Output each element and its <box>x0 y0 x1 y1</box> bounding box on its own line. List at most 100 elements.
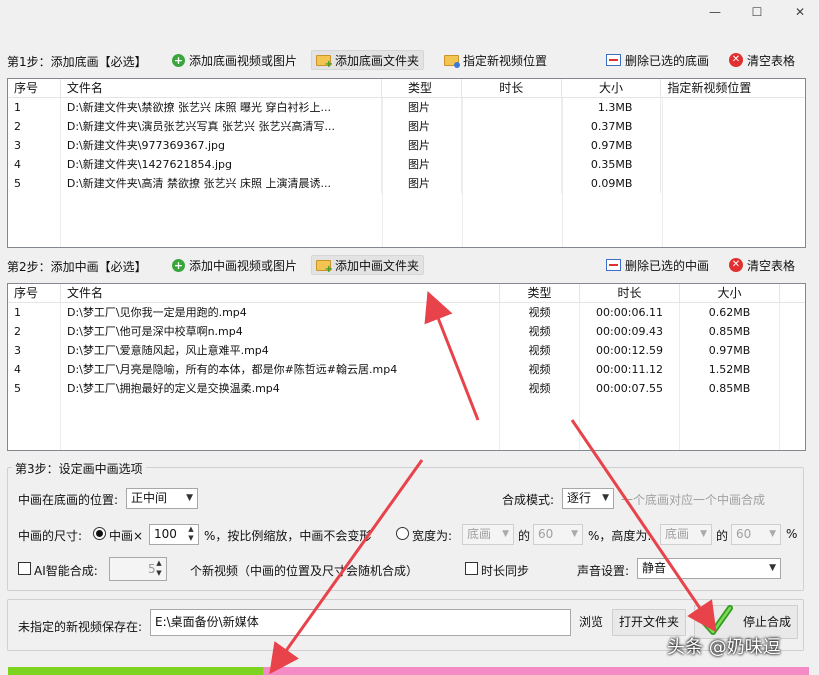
row-location <box>661 98 805 117</box>
table-row[interactable]: 1 D:\梦工厂\见你我一定是用跑的.mp4 视频 00:00:06.11 0.… <box>8 303 805 322</box>
row-type: 图片 <box>382 117 462 136</box>
row-size: 0.85MB <box>680 322 780 341</box>
row-filename: D:\新建文件夹\禁欲撩 张艺兴 床照 曝光 穿白衬衫上... <box>61 98 382 117</box>
width-radio[interactable] <box>396 527 409 540</box>
add-overlay-media-button[interactable]: + 添加中画视频或图片 <box>168 255 301 275</box>
row-location <box>661 136 805 155</box>
row-filename: D:\新建文件夹\高清 禁欲撩 张艺兴 床照 上演清晨诱... <box>61 174 382 193</box>
table-row[interactable]: 2 D:\梦工厂\他可是深中校草啊n.mp4 视频 00:00:09.43 0.… <box>8 322 805 341</box>
scale-radio[interactable] <box>93 527 106 540</box>
add-folder-icon <box>316 259 333 275</box>
height-base-value: 底画 <box>665 527 690 541</box>
delete-overlay-button[interactable]: 删除已选的中画 <box>602 255 713 275</box>
column-header[interactable]: 序号 <box>8 79 61 98</box>
row-type: 图片 <box>382 155 462 174</box>
column-header[interactable]: 类型 <box>500 284 580 303</box>
row-duration: 00:00:09.43 <box>580 322 680 341</box>
add-overlay-folder-button[interactable]: 添加中画文件夹 <box>311 255 425 275</box>
spin-up-icon[interactable]: ▲ <box>184 525 198 534</box>
chevron-down-icon: ▼ <box>769 529 776 539</box>
column-header[interactable]: 序号 <box>8 284 61 303</box>
ai-description: 个新视频（中画的位置及尺寸会随机合成） <box>190 564 419 578</box>
folder-location-icon <box>444 54 460 68</box>
row-index: 5 <box>8 379 61 398</box>
table-row[interactable]: 5 D:\新建文件夹\高清 禁欲撩 张艺兴 床照 上演清晨诱... 图片 0.0… <box>8 174 805 193</box>
clear-overlay-table-button[interactable]: ✕ 清空表格 <box>725 255 799 275</box>
row-index: 2 <box>8 117 61 136</box>
table-row[interactable]: 1 D:\新建文件夹\禁欲撩 张艺兴 床照 曝光 穿白衬衫上... 图片 1.3… <box>8 98 805 117</box>
spin-down-icon[interactable]: ▼ <box>152 569 166 578</box>
position-select[interactable]: 正中间 ▼ <box>126 488 198 509</box>
table-row[interactable]: 3 D:\梦工厂\爱意随风起，风止意难平.mp4 视频 00:00:12.59 … <box>8 341 805 360</box>
row-size: 0.35MB <box>562 155 662 174</box>
row-type: 视频 <box>500 360 580 379</box>
table-row[interactable]: 4 D:\新建文件夹\1427621854.jpg 图片 0.35MB <box>8 155 805 174</box>
open-folder-button[interactable]: 打开文件夹 <box>612 609 686 636</box>
delete-base-button[interactable]: 删除已选的底画 <box>602 50 713 70</box>
column-header[interactable]: 大小 <box>562 79 662 98</box>
position-label: 中画在底画的位置: <box>18 493 119 507</box>
width-percent-select[interactable]: 60 ▼ <box>533 524 583 545</box>
row-index: 3 <box>8 341 61 360</box>
minimize-button[interactable]: — <box>700 3 730 21</box>
base-table[interactable]: 序号 文件名 类型 时长 大小 指定新视频位置 1 D:\新建文件夹\禁欲撩 张… <box>7 78 806 248</box>
add-base-folder-button[interactable]: 添加底画文件夹 <box>311 50 425 70</box>
clear-overlay-label: 清空表格 <box>747 258 796 273</box>
add-base-media-button[interactable]: + 添加底画视频或图片 <box>168 50 301 70</box>
maximize-button[interactable]: ☐ <box>742 3 772 21</box>
row-index: 3 <box>8 136 61 155</box>
row-type: 图片 <box>382 174 462 193</box>
overlay-table[interactable]: 序号 文件名 类型 时长 大小 1 D:\梦工厂\见你我一定是用跑的.mp4 视… <box>7 283 806 451</box>
mode-label: 合成模式: <box>502 493 555 507</box>
column-header[interactable]: 指定新视频位置 <box>661 79 805 98</box>
row-type: 图片 <box>382 136 462 155</box>
chevron-down-icon: ▼ <box>769 563 776 573</box>
spin-down-icon[interactable]: ▼ <box>184 534 198 543</box>
clear-icon: ✕ <box>729 258 743 272</box>
row-duration <box>462 174 562 193</box>
duration-sync-checkbox[interactable] <box>465 562 478 575</box>
row-type: 视频 <box>500 322 580 341</box>
scale-radio-label: 中画× <box>109 529 144 543</box>
width-base-select[interactable]: 底画 ▼ <box>462 524 514 545</box>
row-duration: 00:00:12.59 <box>580 341 680 360</box>
ai-checkbox[interactable] <box>18 562 31 575</box>
row-filename: D:\梦工厂\拥抱最好的定义是交换温柔.mp4 <box>61 379 500 398</box>
column-header[interactable]: 类型 <box>382 79 462 98</box>
height-base-select[interactable]: 底画 ▼ <box>660 524 712 545</box>
save-path-field[interactable]: E:\桌面备份\新媒体 <box>150 609 571 636</box>
clear-base-table-button[interactable]: ✕ 清空表格 <box>725 50 799 70</box>
table-row[interactable]: 2 D:\新建文件夹\演员张艺兴写真 张艺兴 张艺兴高清写... 图片 0.37… <box>8 117 805 136</box>
delete-base-label: 删除已选的底画 <box>625 53 710 68</box>
sound-select[interactable]: 静音 ▼ <box>637 558 781 579</box>
column-header[interactable]: 时长 <box>580 284 680 303</box>
scale-input[interactable]: 100 ▲ ▼ <box>149 524 199 545</box>
delete-icon <box>606 54 621 66</box>
sound-value: 静音 <box>642 561 667 575</box>
width-of-label: 的 <box>518 529 531 543</box>
row-duration: 00:00:11.12 <box>580 360 680 379</box>
watermark-text: 头条 @奶味逗 <box>667 637 781 658</box>
height-percent-select[interactable]: 60 ▼ <box>731 524 781 545</box>
mode-description: 一个底画对应一个中画合成 <box>621 493 766 507</box>
column-header[interactable]: 文件名 <box>61 284 500 303</box>
table-row[interactable]: 4 D:\梦工厂\月亮是隐喻，所有的本体，都是你#陈哲远#翰云居.mp4 视频 … <box>8 360 805 379</box>
set-location-button[interactable]: 指定新视频位置 <box>440 50 551 70</box>
mode-select[interactable]: 逐行 ▼ <box>562 488 614 509</box>
row-size: 0.97MB <box>680 341 780 360</box>
table-row[interactable]: 5 D:\梦工厂\拥抱最好的定义是交换温柔.mp4 视频 00:00:07.55… <box>8 379 805 398</box>
close-button[interactable]: ✕ <box>785 3 815 21</box>
base-table-header: 序号 文件名 类型 时长 大小 指定新视频位置 <box>8 79 805 98</box>
browse-button[interactable]: 浏览 <box>575 609 607 636</box>
column-header[interactable]: 文件名 <box>61 79 383 98</box>
column-header[interactable]: 大小 <box>680 284 780 303</box>
table-row[interactable]: 3 D:\新建文件夹\977369367.jpg 图片 0.97MB <box>8 136 805 155</box>
clear-base-label: 清空表格 <box>747 53 796 68</box>
spin-up-icon[interactable]: ▲ <box>152 559 166 568</box>
sound-label: 声音设置: <box>577 564 630 578</box>
row-location <box>661 174 805 193</box>
row-index: 4 <box>8 360 61 379</box>
ai-count-input[interactable]: 5 ▲ ▼ <box>109 557 167 581</box>
column-header[interactable]: 时长 <box>462 79 562 98</box>
row-filename: D:\梦工厂\爱意随风起，风止意难平.mp4 <box>61 341 500 360</box>
